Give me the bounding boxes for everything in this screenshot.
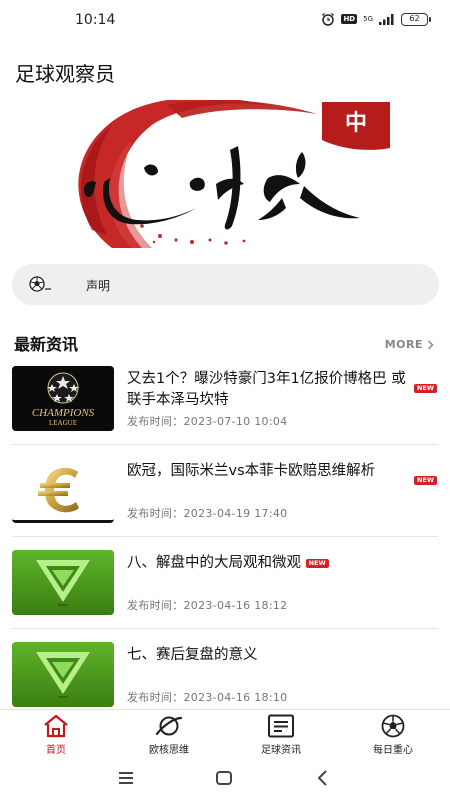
green-triangle-logo [12, 642, 114, 707]
date-prefix: 发布时间： [127, 599, 184, 612]
notice-bar[interactable]: 声明 [12, 264, 439, 305]
date-value: 2023-04-16 18:12 [183, 599, 288, 612]
tab-euro-thinking[interactable]: 欧核思维 [124, 714, 214, 758]
date-prefix: 发布时间： [127, 415, 184, 428]
date-value: 2023-04-16 18:10 [183, 691, 288, 704]
champions-league-logo: CHAMPIONS LEAGUE [12, 366, 114, 431]
network-label: 5G [363, 14, 373, 23]
news-title: 七、赛后复盘的意义 [127, 647, 258, 663]
news-thumbnail [12, 458, 114, 523]
news-date: 发布时间：2023-04-19 17:40 [127, 505, 287, 521]
tab-home[interactable]: 首页 [11, 714, 101, 758]
news-item[interactable]: 八、解盘中的大局观和微观 NEW 发布时间：2023-04-16 18:12 [0, 544, 450, 636]
banner-image[interactable]: 中 [72, 100, 390, 248]
home-button-icon[interactable] [212, 767, 236, 789]
home-icon [44, 714, 68, 738]
section-title: 最新资讯 [14, 335, 79, 354]
alarm-icon [322, 13, 335, 26]
tab-label: 首页 [46, 745, 66, 756]
news-date: 发布时间：2023-04-16 18:10 [127, 689, 287, 705]
menu-icon[interactable] [114, 767, 138, 789]
new-badge: NEW [413, 384, 437, 393]
divider [12, 628, 438, 629]
news-title-text: 八、解盘中的大局观和微观 [127, 555, 301, 571]
status-bar: 10:14 HD 5G 62 [0, 0, 450, 42]
back-icon[interactable] [311, 767, 335, 789]
date-prefix: 发布时间： [127, 691, 184, 704]
news-title: 又去1个？曝沙特豪门3年1亿报价博格巴 或联手本泽马坎特 [127, 371, 406, 408]
seal-text: 中 [345, 111, 367, 136]
page-title: 足球观察员 [15, 62, 115, 86]
divider [12, 536, 438, 537]
soccer-ball-icon [29, 276, 51, 292]
hd-badge: HD [341, 14, 358, 24]
tab-label: 每日重心 [373, 745, 413, 756]
notice-label: 声明 [86, 279, 111, 293]
svg-text:LEAGUE: LEAGUE [49, 419, 77, 427]
date-value: 2023-07-10 10:04 [183, 415, 288, 428]
orbit-icon [155, 716, 183, 736]
tab-label: 欧核思维 [149, 745, 189, 756]
date-value: 2023-04-19 17:40 [183, 507, 288, 520]
news-title: 八、解盘中的大局观和微观 NEW [127, 553, 407, 574]
new-badge: NEW [305, 558, 329, 568]
signal-icon [379, 14, 394, 25]
status-time: 10:14 [75, 12, 116, 28]
calligraphy-banner: 中 [78, 100, 390, 248]
green-triangle-logo [12, 550, 114, 615]
chevron-right-icon [427, 339, 434, 350]
soccer-ball-icon [381, 714, 405, 738]
euro-coin-image [12, 458, 114, 520]
tab-label: 足球资讯 [261, 745, 301, 756]
news-title: 欧冠，国际米兰vs本菲卡欧赔思维解析 [127, 463, 376, 479]
news-icon [268, 714, 294, 738]
new-badge: NEW [413, 476, 437, 485]
bottom-tab-bar: 首页 欧核思维 足球资讯 每日重心 [0, 709, 450, 757]
news-item[interactable]: 欧冠，国际米兰vs本菲卡欧赔思维解析 NEW 发布时间：2023-04-19 1… [0, 452, 450, 544]
status-icons: HD 5G 62 [321, 12, 431, 26]
news-thumbnail [12, 550, 114, 615]
system-nav-bar [0, 757, 450, 800]
news-item[interactable]: CHAMPIONS LEAGUE 又去1个？曝沙特豪门3年1亿报价博格巴 或联手… [0, 360, 450, 452]
news-date: 发布时间：2023-04-16 18:12 [127, 597, 287, 613]
divider [12, 444, 438, 445]
more-link[interactable]: MORE [385, 338, 434, 351]
date-prefix: 发布时间： [127, 507, 184, 520]
tab-football-news[interactable]: 足球资讯 [236, 714, 326, 758]
news-thumbnail: CHAMPIONS LEAGUE [12, 366, 114, 431]
battery-indicator: 62 [401, 12, 431, 26]
tab-daily-focus[interactable]: 每日重心 [348, 714, 438, 758]
more-label: MORE [384, 338, 423, 351]
news-thumbnail [12, 642, 114, 707]
svg-text:CHAMPIONS: CHAMPIONS [32, 407, 95, 419]
news-date: 发布时间：2023-07-10 10:04 [127, 413, 287, 429]
